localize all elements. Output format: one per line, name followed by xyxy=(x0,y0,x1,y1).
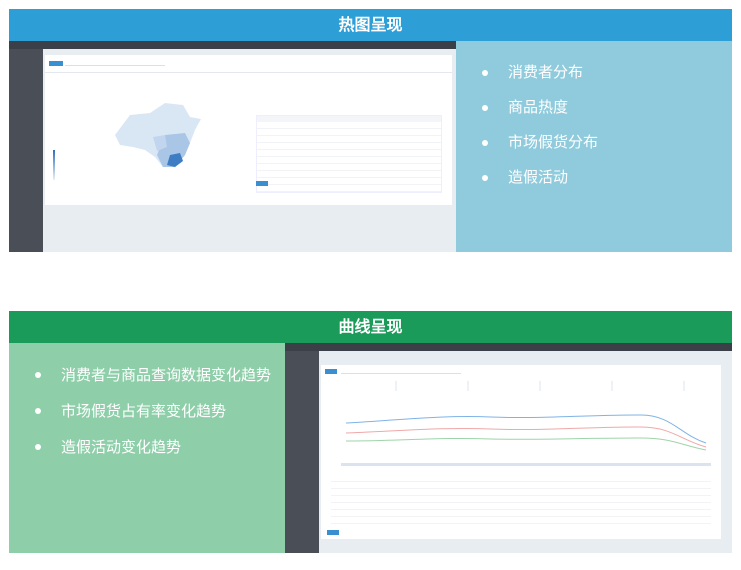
feature-item: 消费者与商品查询数据变化趋势 xyxy=(33,361,285,389)
filter-bar xyxy=(65,61,165,66)
sidebar-item xyxy=(285,364,319,373)
sidebar-item xyxy=(9,84,43,93)
zoom-slider[interactable] xyxy=(341,463,711,466)
data-table xyxy=(256,115,442,193)
sidebar-item xyxy=(9,51,43,60)
feature-item: 商品热度 xyxy=(480,94,732,120)
summary-stats xyxy=(325,381,715,391)
feature-item: 市场假货分布 xyxy=(480,129,732,155)
heatmap-section-title: 热图呈现 xyxy=(9,9,732,41)
china-heatmap xyxy=(115,103,201,167)
curve-feature-list: 消费者与商品查询数据变化趋势 市场假货占有率变化趋势 造假活动变化趋势 xyxy=(9,343,285,553)
heatmap-feature-list: 消费者分布 商品热度 市场假货分布 造假活动 xyxy=(456,41,732,252)
feature-item: 造假活动变化趋势 xyxy=(33,433,285,461)
divider xyxy=(45,72,452,73)
trend-chart xyxy=(345,414,707,451)
app-topbar xyxy=(9,41,456,49)
app-sidebar xyxy=(9,49,43,252)
content-card xyxy=(45,55,452,205)
export-button[interactable] xyxy=(256,181,268,186)
heatmap-screenshot xyxy=(9,41,456,252)
sidebar-item xyxy=(285,397,319,406)
export-button[interactable] xyxy=(327,530,339,535)
sidebar-item xyxy=(285,386,319,395)
content-card xyxy=(321,365,721,539)
curve-screenshot xyxy=(285,343,732,553)
tab-active xyxy=(325,369,337,374)
sidebar-item xyxy=(285,353,319,362)
feature-item: 消费者分布 xyxy=(480,59,732,85)
sidebar-item xyxy=(9,62,43,71)
feature-item: 市场假货占有率变化趋势 xyxy=(33,397,285,425)
sidebar-item xyxy=(9,95,43,104)
sidebar-item xyxy=(285,375,319,384)
tab-active xyxy=(49,61,63,66)
heat-legend xyxy=(53,150,55,180)
app-sidebar xyxy=(285,351,319,553)
data-table xyxy=(331,475,711,527)
filter-bar xyxy=(341,369,461,374)
feature-item: 造假活动 xyxy=(480,164,732,190)
sidebar-item xyxy=(9,73,43,82)
curve-section-title: 曲线呈现 xyxy=(9,311,732,343)
app-topbar xyxy=(285,343,732,351)
